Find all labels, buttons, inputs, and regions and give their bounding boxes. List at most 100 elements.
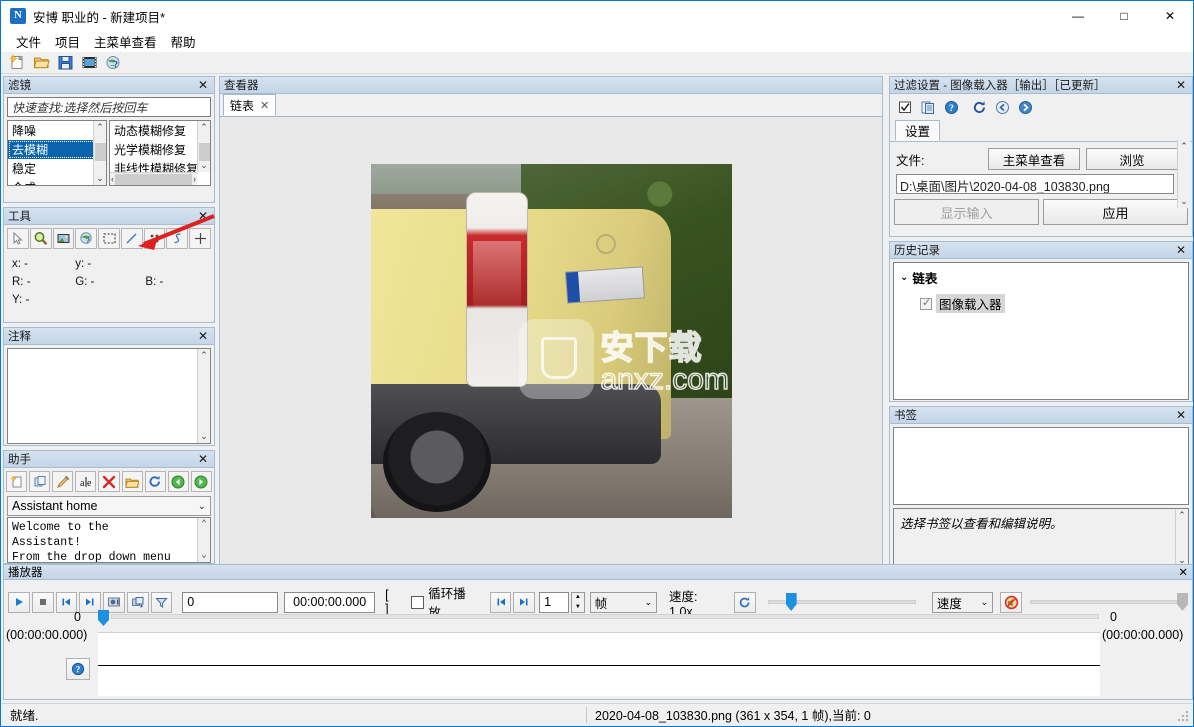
history-root-node[interactable]: ⌄ 链表	[894, 263, 1188, 292]
menu-file[interactable]: 文件	[9, 30, 48, 53]
line-tool-icon[interactable]	[120, 228, 143, 249]
bookmark-description[interactable]: 选择书签以查看和编辑说明。 ⌃ ⌄	[893, 508, 1189, 568]
resize-grip-icon[interactable]	[1177, 710, 1189, 722]
filter-item[interactable]: 动态模糊修复	[110, 121, 210, 140]
spinner-up-icon[interactable]: ▲	[575, 594, 581, 600]
image-tool-icon[interactable]	[52, 228, 75, 249]
bookmark-description-scrollbar[interactable]: ⌃ ⌄	[1175, 509, 1188, 567]
scroll-down-icon[interactable]: ⌄	[1178, 554, 1186, 567]
scroll-down-icon[interactable]: ⌄	[201, 549, 206, 562]
assistant-page-dropdown[interactable]: Assistant home ⌄	[7, 496, 211, 516]
apply-button[interactable]: 应用	[1043, 199, 1188, 225]
volume-slider-track[interactable]	[1029, 600, 1188, 604]
viewer-tab-chain[interactable]: 链表 ✕	[223, 94, 277, 116]
assistant-content[interactable]: Welcome to the Assistant! From the drop …	[7, 517, 211, 563]
movie-icon[interactable]	[77, 53, 101, 73]
filter-list-vscrollbar[interactable]: ⌃ ⌄	[197, 121, 210, 172]
show-input-button[interactable]: 显示输入	[894, 199, 1039, 225]
globe-help-tool-icon[interactable]: ?	[75, 228, 98, 249]
scroll-down-icon[interactable]: ⌄	[96, 172, 104, 185]
filters-panel-close-icon[interactable]: ✕	[196, 78, 210, 92]
scroll-up-icon[interactable]: ⌃	[201, 518, 206, 531]
minimize-button[interactable]: —	[1055, 1, 1101, 31]
annotation-textarea[interactable]: ⌃ ⌄	[7, 348, 211, 444]
refresh-icon[interactable]	[144, 471, 166, 492]
close-button[interactable]: ✕	[1147, 1, 1193, 31]
speed-slider-knob[interactable]	[785, 593, 797, 611]
browse-button[interactable]: 浏览	[1086, 148, 1178, 170]
annotation-panel-close-icon[interactable]: ✕	[196, 329, 210, 343]
copy-settings-icon[interactable]	[919, 98, 937, 116]
open-folder-icon[interactable]	[121, 471, 143, 492]
filter-category-list[interactable]: 降噪 去模糊 稳定 合成 ⌃ ⌄	[7, 120, 107, 186]
help-globe-icon[interactable]: ?	[101, 53, 125, 73]
loaded-image[interactable]: 安下载 anxz.com	[370, 163, 732, 518]
filter-settings-close-icon[interactable]: ✕	[1174, 78, 1188, 92]
scroll-up-icon[interactable]: ⌃	[96, 121, 104, 134]
filter-list[interactable]: 动态模糊修复 光学模糊修复 非线性模糊修复 ⌃ ⌄ ‹ ›	[109, 120, 211, 186]
new-project-icon[interactable]	[5, 53, 29, 73]
spinner-down-icon[interactable]: ▼	[575, 604, 581, 610]
text-edit-icon[interactable]: ae	[75, 471, 97, 492]
scroll-up-icon[interactable]: ⌃	[200, 121, 208, 134]
rectangle-select-tool-icon[interactable]	[98, 228, 120, 249]
history-tree[interactable]: ⌄ 链表 图像载入器	[893, 262, 1189, 400]
history-child-node[interactable]: 图像载入器	[894, 292, 1188, 315]
filter-settings-scrollbar[interactable]: ⌃ ⌄	[1177, 140, 1190, 208]
volume-slider-knob[interactable]	[1176, 593, 1188, 611]
history-child-checkbox[interactable]	[920, 296, 932, 310]
scroll-up-icon[interactable]: ⌃	[1178, 509, 1186, 522]
menu-project[interactable]: 项目	[48, 30, 87, 53]
next-arrow-icon[interactable]	[1016, 98, 1034, 116]
history-panel-close-icon[interactable]: ✕	[1174, 243, 1188, 257]
pointer-tool-icon[interactable]	[7, 228, 29, 249]
open-project-icon[interactable]	[29, 53, 53, 73]
prev-arrow-icon[interactable]	[993, 98, 1011, 116]
edit-pencil-icon[interactable]	[52, 471, 74, 492]
chevron-down-icon[interactable]: ⌄	[198, 501, 206, 512]
menu-help[interactable]: 帮助	[164, 30, 203, 53]
enable-checkbox-icon[interactable]	[896, 98, 914, 116]
delete-red-x-icon[interactable]	[98, 471, 120, 492]
chevron-down-icon[interactable]: ⌄	[900, 272, 908, 283]
forward-arrow-icon[interactable]	[190, 471, 212, 492]
filter-category-item[interactable]: 合成	[8, 178, 106, 185]
maximize-button[interactable]: □	[1101, 1, 1147, 31]
scroll-thumb[interactable]	[95, 143, 106, 161]
scroll-right-icon[interactable]: ›	[193, 174, 196, 184]
viewer-tab-close-icon[interactable]: ✕	[260, 99, 269, 112]
annotation-scrollbar[interactable]: ⌃ ⌄	[197, 349, 210, 443]
new-note-icon[interactable]	[6, 471, 28, 492]
back-arrow-icon[interactable]	[167, 471, 189, 492]
player-panel-close-icon[interactable]: ✕	[1178, 565, 1188, 579]
chevron-down-icon[interactable]: ⌄	[644, 597, 652, 608]
scroll-up-icon[interactable]: ⌃	[1180, 140, 1188, 153]
save-project-icon[interactable]	[53, 53, 77, 73]
bookmarks-panel-close-icon[interactable]: ✕	[1174, 408, 1188, 422]
copy-icon[interactable]	[29, 471, 51, 492]
quick-find-input[interactable]: 快速查找:选择然后按回车	[7, 97, 211, 117]
timeline-help-button-icon[interactable]: ?	[66, 658, 90, 680]
zoom-tool-icon[interactable]	[29, 228, 52, 249]
timeline-graph[interactable]	[98, 632, 1100, 696]
file-path-input[interactable]: D:\桌面\图片\2020-04-08_103830.png	[896, 174, 1174, 194]
filter-list-hscrollbar[interactable]: ‹ ›	[110, 172, 197, 185]
main-menu-view-button[interactable]: 主菜单查看	[988, 148, 1080, 170]
filter-item[interactable]: 光学模糊修复	[110, 140, 210, 159]
menu-main-view[interactable]: 主菜单查看	[87, 30, 164, 53]
filter-category-item[interactable]: 稳定	[8, 159, 106, 178]
tab-settings[interactable]: 设置	[895, 120, 941, 141]
points-tool-icon[interactable]	[143, 228, 166, 249]
bookmarks-list[interactable]	[893, 427, 1189, 505]
chevron-down-icon[interactable]: ⌄	[981, 597, 989, 608]
tools-panel-close-icon[interactable]: ✕	[196, 209, 210, 223]
curve-tool-icon[interactable]	[166, 228, 189, 249]
scroll-down-icon[interactable]: ⌄	[200, 430, 208, 443]
scroll-thumb[interactable]	[115, 173, 192, 185]
assistant-panel-close-icon[interactable]: ✕	[196, 452, 210, 466]
scroll-down-icon[interactable]: ⌄	[200, 159, 208, 172]
filter-category-item[interactable]: 降噪	[8, 121, 106, 140]
filter-category-scrollbar[interactable]: ⌃ ⌄	[93, 121, 106, 185]
loop-checkbox-box[interactable]	[411, 595, 425, 609]
timeline-track[interactable]	[111, 614, 1099, 619]
